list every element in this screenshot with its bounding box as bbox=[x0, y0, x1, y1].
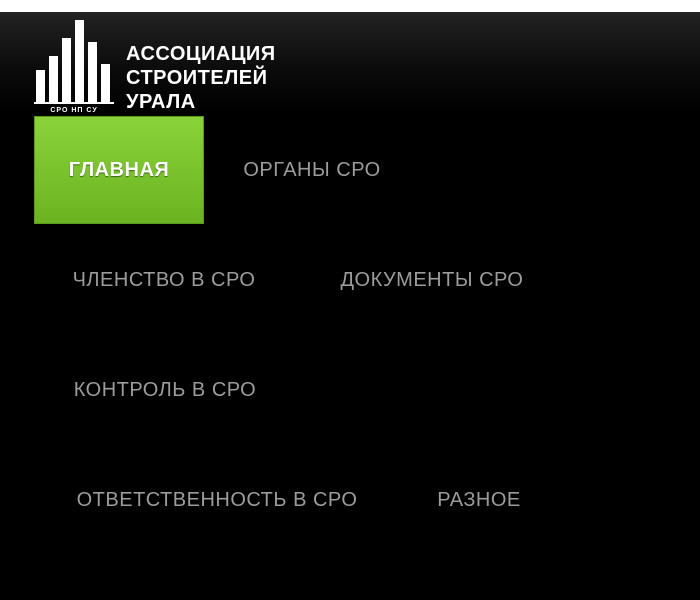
logo-line-1: АССОЦИАЦИЯ bbox=[126, 43, 276, 65]
nav-item-misc[interactable]: РАЗНОЕ bbox=[420, 480, 538, 520]
nav-item-documents[interactable]: ДОКУМЕНТЫ СРО bbox=[316, 260, 548, 300]
nav-item-home[interactable]: ГЛАВНАЯ bbox=[34, 116, 204, 224]
logo-line-2: СТРОИТЕЛЕЙ bbox=[126, 67, 268, 89]
nav-item-organs[interactable]: ОРГАНЫ СРО bbox=[222, 150, 402, 190]
nav-item-responsibility[interactable]: ОТВЕТСТВЕННОСТЬ В СРО bbox=[52, 480, 382, 520]
site-logo[interactable]: СРО НП СУ АССОЦИАЦИЯ СТРОИТЕЛЕЙ УРАЛА bbox=[34, 18, 276, 114]
top-strip bbox=[0, 0, 700, 12]
nav-item-membership[interactable]: ЧЛЕНСТВО В СРО bbox=[52, 260, 276, 300]
logo-mark-caption: СРО НП СУ bbox=[50, 107, 97, 114]
nav-item-control[interactable]: КОНТРОЛЬ В СРО bbox=[52, 370, 278, 410]
logo-line-3: УРАЛА bbox=[126, 91, 196, 113]
building-bars-icon: СРО НП СУ bbox=[34, 20, 114, 114]
logo-text: АССОЦИАЦИЯ СТРОИТЕЛЕЙ УРАЛА bbox=[126, 42, 276, 114]
